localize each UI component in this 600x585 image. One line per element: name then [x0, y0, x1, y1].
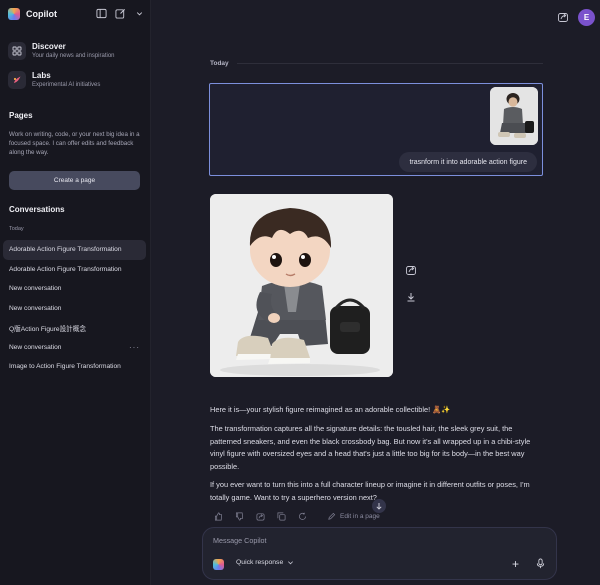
discover-title: Discover [32, 42, 66, 51]
quick-response-dropdown[interactable]: Quick response [236, 559, 294, 566]
conversation-item[interactable]: New conversation ··· [3, 338, 146, 358]
arrow-down-icon [376, 503, 382, 510]
mode-label: Quick response [236, 559, 284, 566]
grid-icon [8, 42, 26, 60]
add-attachment-icon[interactable]: + [512, 557, 519, 571]
day-divider: Today [210, 60, 543, 67]
share-image-icon[interactable] [405, 264, 417, 276]
thumbs-down-icon[interactable] [235, 512, 244, 521]
generated-figure-image[interactable] [210, 194, 393, 377]
user-avatar[interactable]: E [578, 9, 595, 26]
sidebar-toolbar [96, 8, 145, 19]
share-icon[interactable] [557, 11, 569, 23]
response-paragraph: Here it is—your stylish figure reimagine… [210, 405, 451, 414]
copilot-logo-icon [8, 8, 20, 20]
conversation-item[interactable]: Adorable Action Figure Transformation [3, 240, 146, 260]
app-name: Copilot [26, 9, 57, 19]
labs-flask-icon [8, 71, 26, 89]
conversation-label: New conversation [9, 343, 62, 351]
conversation-label: Adorable Action Figure Transformation [9, 265, 122, 273]
create-page-button[interactable]: Create a page [9, 171, 140, 190]
new-chat-icon[interactable] [115, 8, 126, 19]
pages-description: Work on writing, code, or your next big … [9, 131, 140, 156]
conversations-heading: Conversations [9, 205, 65, 214]
edit-in-page-label: Edit in a page [340, 513, 380, 520]
copilot-logo-icon [213, 559, 224, 570]
conversation-item[interactable]: New conversation [3, 279, 146, 299]
composer: Message Copilot Quick response + [202, 527, 557, 580]
chevron-down-icon [288, 561, 294, 565]
more-options-icon[interactable]: ··· [129, 343, 140, 352]
day-label: Today [210, 60, 229, 67]
conversation-item[interactable]: Q版Action Figure設計概念 [3, 318, 146, 338]
uploaded-photo-thumbnail[interactable] [490, 87, 538, 145]
pages-heading: Pages [9, 111, 33, 120]
conversation-label: New conversation [9, 304, 62, 312]
conversation-item[interactable]: Image to Action Figure Transformation [3, 357, 146, 377]
conversations-today-label: Today [9, 226, 24, 232]
brand[interactable]: Copilot [8, 8, 57, 20]
thumbs-up-icon[interactable] [214, 512, 223, 521]
conversation-item[interactable]: Adorable Action Figure Transformation [3, 260, 146, 280]
pencil-icon [328, 512, 336, 520]
main-panel: E Today trasnform it into adorable actio… [151, 0, 600, 585]
chevron-down-icon[interactable] [134, 8, 145, 19]
sidebar-item-labs[interactable]: Labs Experimental AI initiatives [8, 71, 100, 89]
download-icon[interactable] [405, 291, 417, 303]
copy-icon[interactable] [277, 512, 286, 521]
regenerate-icon[interactable] [298, 512, 307, 521]
discover-subtitle: Your daily news and inspiration [32, 53, 115, 59]
labs-subtitle: Experimental AI initiatives [32, 82, 101, 88]
sidebar-toggle-icon[interactable] [96, 8, 107, 19]
response-paragraph: The transformation captures all the sign… [210, 424, 531, 471]
sidebar: Copilot Discover Your daily news and ins… [0, 0, 151, 585]
conversation-label: New conversation [9, 285, 62, 293]
conversation-item[interactable]: New conversation [3, 299, 146, 319]
labs-title: Labs [32, 71, 51, 80]
scroll-down-button[interactable] [372, 499, 386, 513]
microphone-icon[interactable] [535, 558, 546, 569]
edit-in-page-button[interactable]: Edit in a page [327, 512, 380, 521]
message-actions [214, 512, 307, 521]
conversation-label: Q版Action Figure設計概念 [9, 325, 86, 333]
share-response-icon[interactable] [256, 512, 265, 521]
conversation-label: Adorable Action Figure Transformation [9, 246, 122, 254]
conversation-list: Adorable Action Figure Transformation Ad… [3, 240, 146, 377]
user-message-block[interactable]: trasnform it into adorable action figure [209, 83, 543, 176]
message-input[interactable]: Message Copilot [213, 536, 267, 545]
conversation-label: Image to Action Figure Transformation [9, 363, 121, 371]
sidebar-item-discover[interactable]: Discover Your daily news and inspiration [8, 42, 115, 60]
divider-line [236, 63, 543, 64]
user-message-bubble: trasnform it into adorable action figure [399, 152, 537, 172]
